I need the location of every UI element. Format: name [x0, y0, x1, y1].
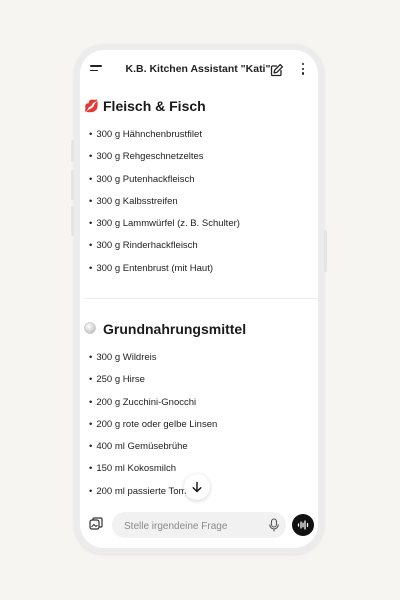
list-item: 300 g Rinderhackfleisch [89, 239, 240, 261]
phone-frame: K.B. Kitchen Assistant "Kati" 💋 Fleisch … [71, 44, 327, 554]
list-item: 300 g Wildreis [89, 351, 217, 373]
section-divider [84, 298, 318, 299]
list-item: 300 g Kalbsstreifen [89, 195, 240, 217]
list-item: 300 g Rehgeschnetzeltes [89, 150, 240, 172]
list-item: 200 g rote oder gelbe Linsen [89, 418, 217, 440]
more-options-icon[interactable] [301, 63, 305, 77]
voice-mode-icon [297, 520, 309, 530]
phone-side-button [71, 170, 74, 200]
phone-side-button [71, 206, 74, 236]
list-item: 250 g Hirse [89, 373, 217, 395]
voice-mode-button[interactable] [292, 514, 314, 536]
lips-emoji-icon: 💋 [84, 99, 99, 113]
list-item: 200 g Zucchini-Gnocchi [89, 396, 217, 418]
section-heading: Fleisch & Fisch [103, 98, 206, 114]
list-item: 300 g Hähnchenbrustfilet [89, 128, 240, 150]
phone-power-button [324, 230, 327, 272]
hamburger-menu-icon[interactable] [90, 65, 102, 75]
top-bar: K.B. Kitchen Assistant "Kati" [80, 50, 318, 90]
phone-side-button [71, 140, 74, 162]
attach-icon[interactable] [88, 516, 104, 532]
section-heading: Grundnahrungsmittel [103, 321, 247, 337]
list-item: 300 g Lammwürfel (z. B. Schulter) [89, 217, 240, 239]
composer-bar [80, 504, 318, 548]
microphone-icon[interactable] [268, 518, 280, 532]
prompt-input[interactable] [122, 512, 266, 540]
list-item: 300 g Putenhackfleisch [89, 173, 240, 195]
prompt-input-container [112, 512, 286, 540]
section-title-grundnahrungsmittel: Grundnahrungsmittel [84, 321, 246, 337]
section-title-fleisch-fisch: 💋 Fleisch & Fisch [84, 98, 206, 114]
list-item: 400 ml Gemüsebrühe [89, 440, 217, 462]
white-circle-emoji-icon [84, 321, 98, 337]
page-title: K.B. Kitchen Assistant "Kati" [125, 63, 271, 75]
new-chat-edit-icon[interactable] [270, 63, 284, 77]
scroll-to-bottom-button[interactable] [184, 474, 210, 500]
app-screen: K.B. Kitchen Assistant "Kati" 💋 Fleisch … [80, 50, 318, 548]
ingredient-list-meat: 300 g Hähnchenbrustfilet 300 g Rehgeschn… [89, 128, 240, 284]
list-item: 300 g Entenbrust (mit Haut) [89, 262, 240, 284]
arrow-down-icon [192, 481, 202, 493]
